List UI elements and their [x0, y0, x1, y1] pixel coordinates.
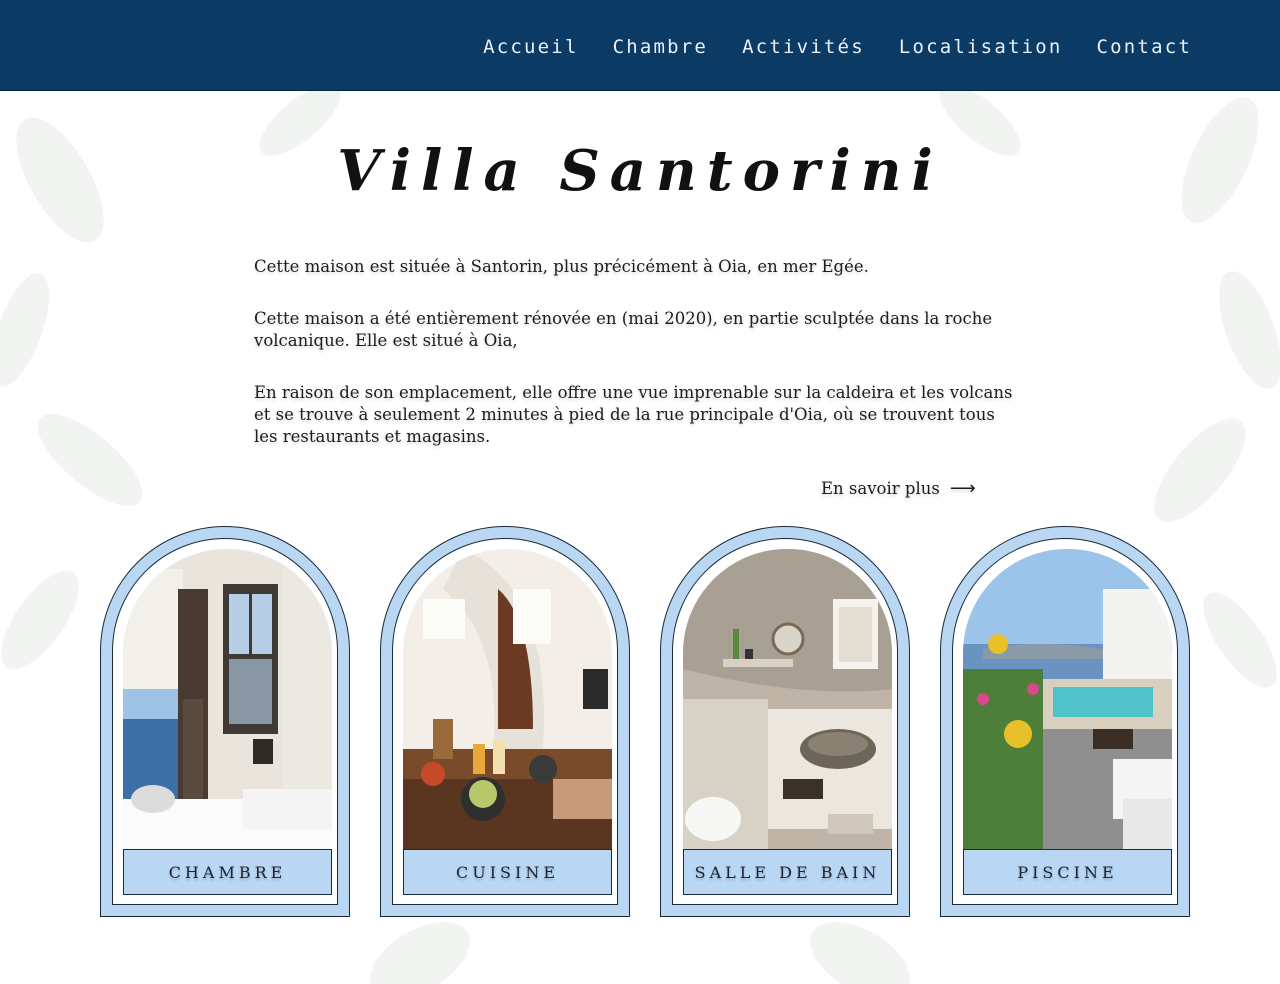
bathroom-image [683, 549, 892, 849]
learn-more-link[interactable]: En savoir plus ⟶ [821, 478, 976, 499]
main-nav: Accueil Chambre Activités Localisation C… [449, 36, 1192, 58]
intro-paragraph-1: Cette maison est située à Santorin, plus… [254, 257, 869, 276]
kitchen-image [403, 549, 612, 849]
card-frame: CUISINE [392, 538, 618, 905]
pool-image [963, 549, 1172, 849]
intro-paragraph-3: En raison de son emplacement, elle offre… [254, 383, 1013, 446]
nav-chambre[interactable]: Chambre [613, 36, 708, 58]
page-title: Villa Santorini [337, 138, 943, 204]
bedroom-photo [123, 549, 332, 849]
card-label-chambre: CHAMBRE [123, 849, 332, 895]
card-frame: SALLE DE BAIN [672, 538, 898, 905]
bedroom-image [123, 549, 332, 849]
learn-more-label: En savoir plus [821, 479, 940, 498]
card-frame: PISCINE [952, 538, 1178, 905]
card-label-cuisine: CUISINE [403, 849, 612, 895]
intro-paragraph-2: Cette maison a été entièrement rénovée e… [254, 309, 993, 350]
kitchen-photo [403, 549, 612, 849]
bathroom-photo [683, 549, 892, 849]
card-piscine[interactable]: PISCINE [940, 526, 1190, 917]
arrow-right-icon: ⟶ [949, 478, 976, 499]
main-content: Villa Santorini Cette maison est située … [0, 0, 1280, 984]
nav-activites[interactable]: Activités [742, 36, 865, 58]
pool-photo [963, 549, 1172, 849]
nav-localisation[interactable]: Localisation [899, 36, 1063, 58]
card-label-piscine: PISCINE [963, 849, 1172, 895]
card-label-salle-de-bain: SALLE DE BAIN [683, 849, 892, 895]
top-navbar: Accueil Chambre Activités Localisation C… [0, 0, 1280, 91]
card-chambre[interactable]: CHAMBRE [100, 526, 350, 917]
card-frame: CHAMBRE [112, 538, 338, 905]
nav-accueil[interactable]: Accueil [483, 36, 578, 58]
nav-contact[interactable]: Contact [1097, 36, 1192, 58]
card-cuisine[interactable]: CUISINE [380, 526, 630, 917]
card-salle-de-bain[interactable]: SALLE DE BAIN [660, 526, 910, 917]
